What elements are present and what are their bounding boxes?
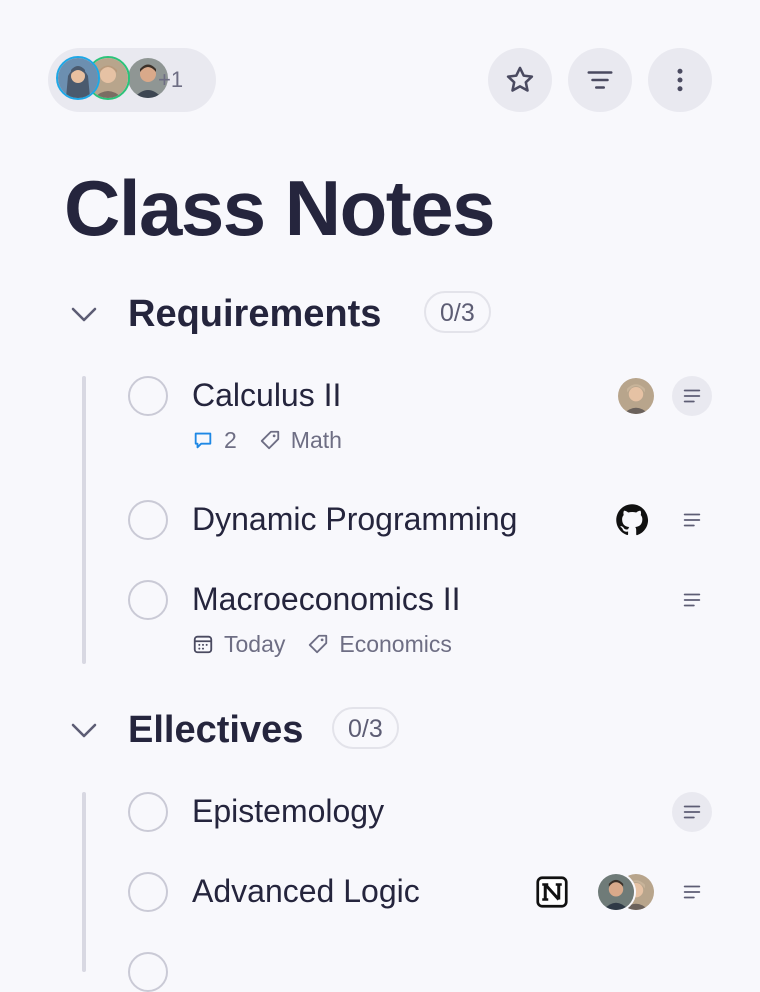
task-title[interactable]: Advanced Logic — [192, 870, 420, 912]
tag[interactable]: Economics — [307, 630, 452, 658]
task-checkbox[interactable] — [128, 376, 168, 416]
more-vertical-icon — [677, 68, 683, 92]
description-icon — [683, 805, 701, 819]
comment-count-value: 2 — [224, 426, 237, 453]
section-rail — [82, 792, 86, 972]
assignee-avatar-1[interactable] — [596, 872, 636, 912]
task-row-dynamic-programming[interactable]: Dynamic Programming — [128, 500, 712, 540]
task-row-advanced-logic[interactable]: Advanced Logic — [128, 872, 712, 912]
section-rail — [82, 376, 86, 664]
tag-icon — [260, 430, 279, 450]
task-title[interactable]: Dynamic Programming — [192, 498, 517, 540]
task-title[interactable]: Calculus II — [192, 374, 341, 416]
collaborator-overflow-count[interactable]: +1 — [158, 48, 183, 112]
tag-icon — [309, 634, 328, 654]
section-count-badge: 0/3 — [332, 707, 399, 749]
collaborator-avatar-1[interactable] — [56, 56, 100, 100]
tag-label: Economics — [339, 630, 452, 657]
task-title[interactable]: Epistemology — [192, 790, 384, 832]
description-icon — [683, 513, 701, 527]
tag[interactable]: Math — [259, 427, 342, 454]
more-options-button[interactable] — [648, 48, 712, 112]
task-row-calculus-ii[interactable]: Calculus II 2 Math — [128, 376, 712, 456]
task-checkbox[interactable] — [128, 872, 168, 912]
due-date-label: Today — [224, 630, 286, 657]
task-checkbox[interactable] — [128, 580, 168, 620]
task-row-epistemology[interactable]: Epistemology — [128, 792, 712, 832]
task-row-partial[interactable] — [128, 952, 712, 992]
assignee-avatar[interactable] — [616, 376, 656, 416]
comment-icon — [194, 432, 212, 449]
task-meta: Today Economics — [192, 630, 474, 658]
page-title: Class Notes — [64, 164, 496, 252]
collaborators-pill[interactable]: +1 — [48, 48, 216, 112]
description-button[interactable] — [672, 872, 712, 912]
section-title: Requirements — [128, 293, 382, 335]
task-checkbox[interactable] — [128, 952, 168, 992]
section-count-badge: 0/3 — [424, 291, 491, 333]
due-date[interactable]: Today — [192, 631, 285, 658]
task-meta: 2 Math — [192, 426, 364, 454]
star-icon — [506, 66, 534, 92]
description-icon — [683, 593, 701, 607]
chevron-down-icon[interactable] — [68, 300, 100, 328]
description-icon — [683, 885, 701, 899]
notion-icon[interactable] — [534, 874, 570, 910]
top-bar: +1 — [48, 48, 712, 112]
task-row-macroeconomics-ii[interactable]: Macroeconomics II Today Economics — [128, 580, 712, 660]
filter-icon — [587, 71, 613, 89]
description-button[interactable] — [672, 580, 712, 620]
description-button[interactable] — [672, 376, 712, 416]
github-icon[interactable] — [614, 502, 650, 538]
description-button[interactable] — [672, 792, 712, 832]
calendar-icon — [193, 635, 213, 654]
comment-count[interactable]: 2 — [192, 427, 237, 454]
task-checkbox[interactable] — [128, 792, 168, 832]
task-checkbox[interactable] — [128, 500, 168, 540]
description-button[interactable] — [672, 500, 712, 540]
description-icon — [683, 389, 701, 403]
section-title: Ellectives — [128, 709, 304, 751]
filter-button[interactable] — [568, 48, 632, 112]
favorite-button[interactable] — [488, 48, 552, 112]
task-title[interactable]: Macroeconomics II — [192, 578, 461, 620]
tag-label: Math — [290, 426, 342, 453]
chevron-down-icon[interactable] — [68, 716, 100, 744]
